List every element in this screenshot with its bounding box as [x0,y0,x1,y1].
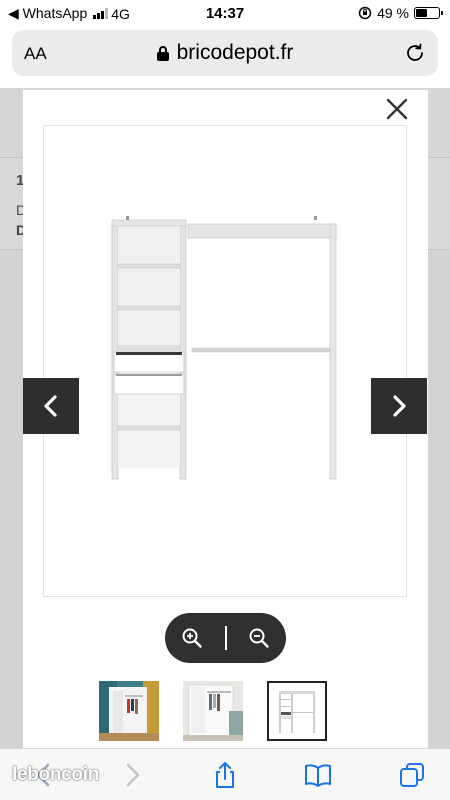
zoom-controls [165,613,286,663]
thumbnail-image [269,683,325,739]
share-icon[interactable] [211,761,239,789]
address-bar[interactable]: AA bricodepot.fr [12,30,438,76]
lock-icon [156,46,169,61]
thumbnail-dressing-white-room[interactable] [183,681,243,741]
main-image-frame [43,125,407,597]
orientation-lock-icon [358,6,372,20]
thumbnail-dressing-white-background[interactable] [267,681,327,741]
url-text: bricodepot.fr [176,41,294,64]
thumbnail-image [99,681,159,741]
url-field[interactable]: bricodepot.fr [12,41,438,65]
thumbnail-image [183,681,243,741]
zoom-in-icon[interactable] [181,627,203,649]
status-right: 49 % [358,5,443,21]
thumbnail-dressing-colorful-room[interactable] [99,681,159,741]
next-image-button[interactable] [371,378,427,434]
chevron-right-icon [393,395,406,417]
status-bar: ◀ WhatsApp 4G 14:37 49 % [0,0,450,26]
reload-icon[interactable] [404,42,426,64]
forward-icon[interactable] [118,761,146,789]
chevron-left-icon [44,395,57,417]
battery-icon [414,7,443,19]
image-gallery-modal [23,90,428,750]
bookmarks-icon[interactable] [304,761,332,789]
tabs-icon[interactable] [398,761,426,789]
zoom-out-icon[interactable] [248,627,270,649]
leboncoin-watermark: leboncoin [12,764,100,785]
close-icon[interactable] [384,96,410,122]
browser-toolbar: leboncoin [0,748,450,800]
battery-percent: 49 % [377,5,409,21]
previous-image-button[interactable] [23,378,79,434]
wardrobe-product-image [111,216,337,480]
zoom-divider [224,626,227,650]
